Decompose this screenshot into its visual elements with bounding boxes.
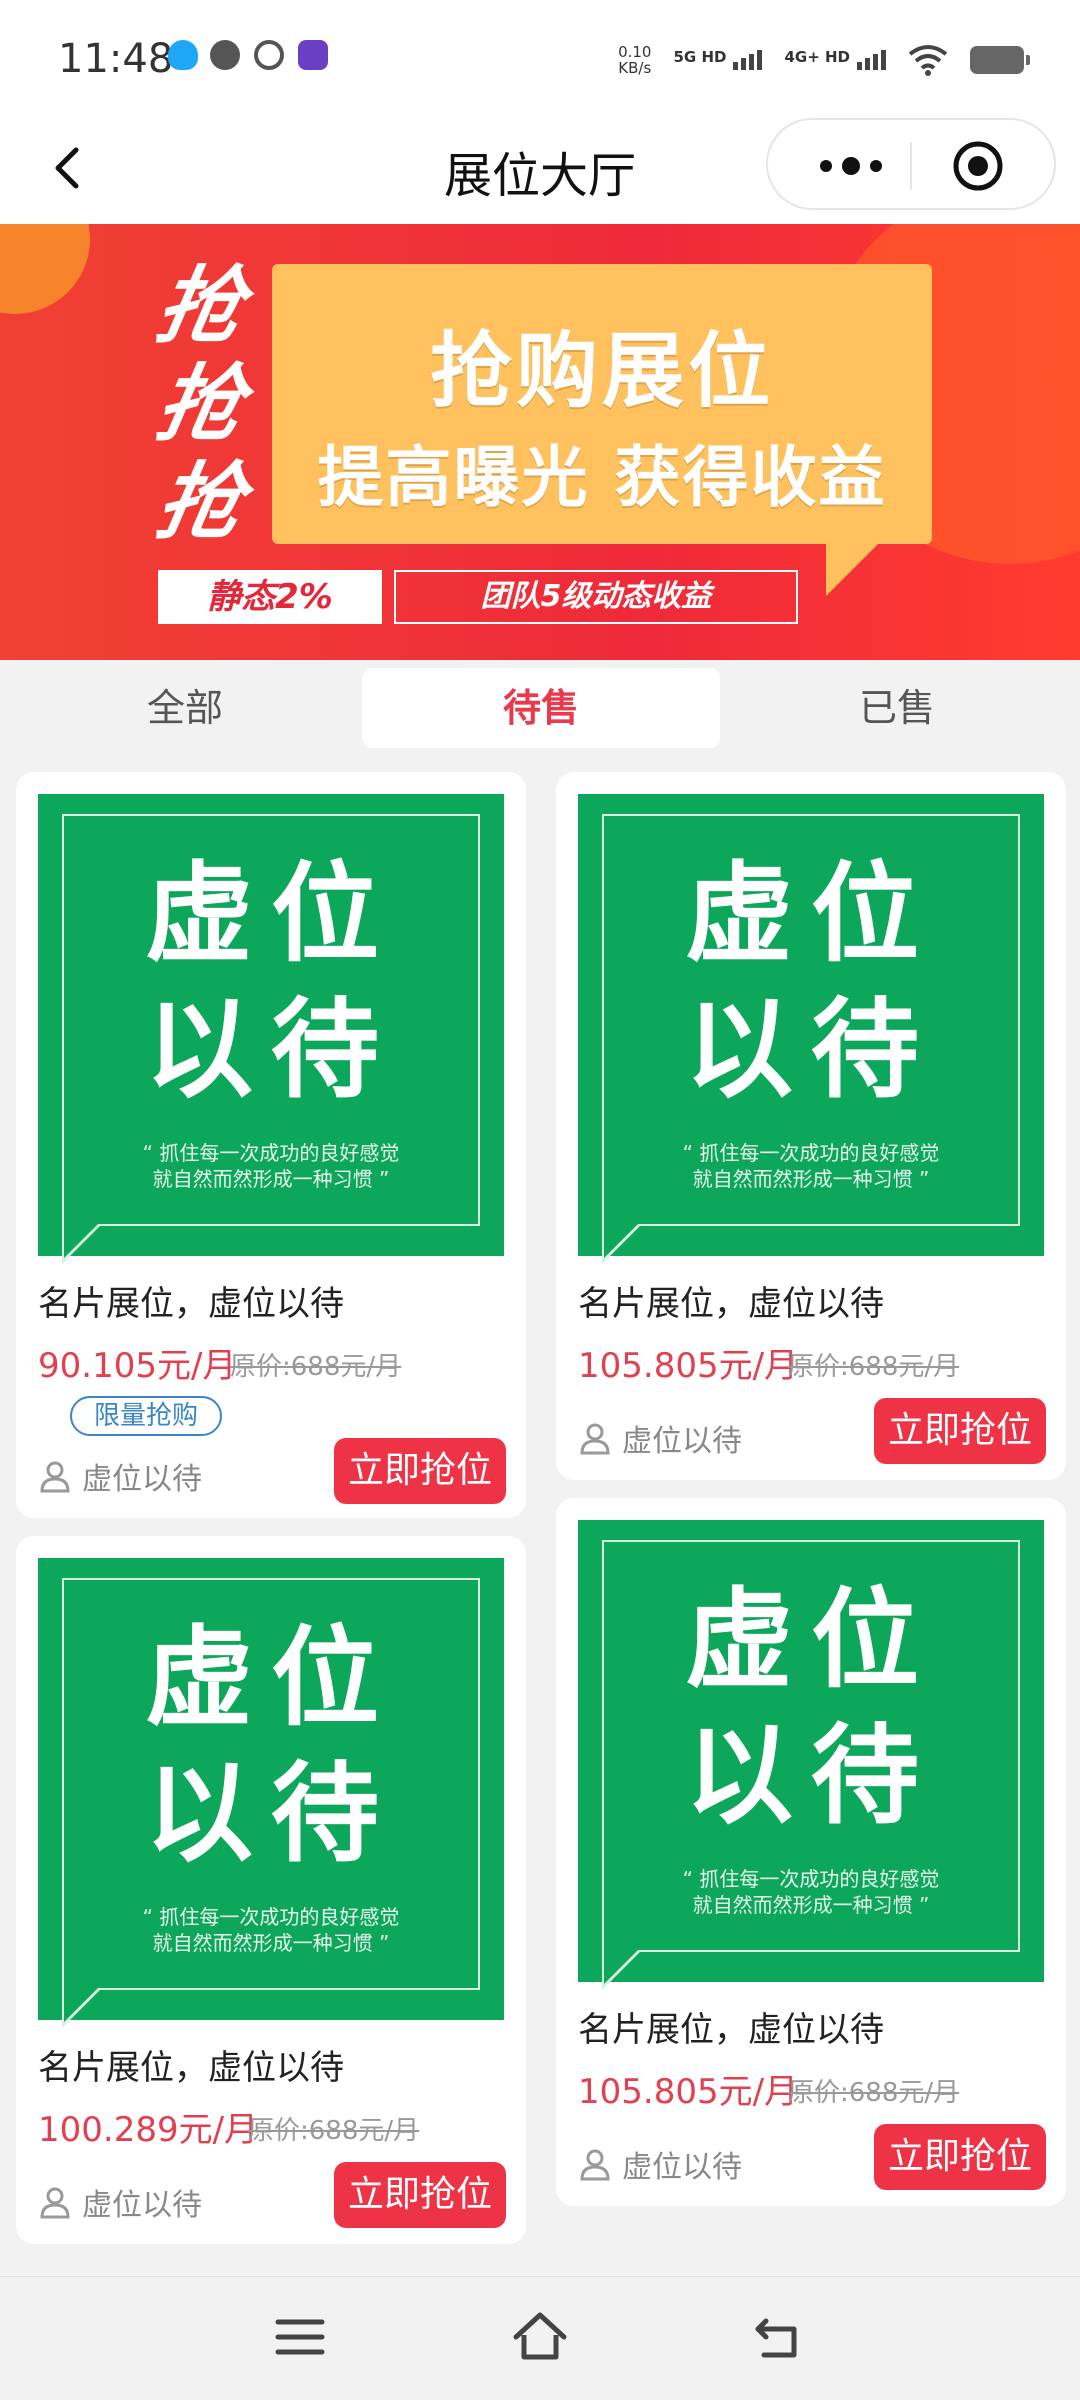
sync-icon [254, 40, 284, 70]
miniprogram-capsule [766, 118, 1056, 210]
limited-badge: 限量抢购 [70, 1396, 222, 1436]
seller-name: 虚位以待 [82, 2188, 202, 2223]
product-name: 名片展位，虚位以待 [578, 1284, 884, 1324]
image-quote-2: 就自然而然形成一种习惯 ” [152, 1167, 390, 1191]
product-card[interactable]: 虚位 以待 “ 抓住每一次成功的良好感觉 就自然而然形成一种习惯 ” 名片展位，… [556, 1498, 1066, 2206]
product-image: 虚位 以待 “ 抓住每一次成功的良好感觉 就自然而然形成一种习惯 ” [38, 794, 504, 1264]
image-text-line2: 以待 [144, 988, 397, 1113]
banner-qiang-1: 抢 [149, 257, 251, 355]
signal-5g-icon: 5G HD [673, 50, 763, 70]
seller-row: 虚位以待 [578, 1416, 742, 1460]
banner-speech-bubble: 抢购展位 提高曝光 获得收益 [272, 264, 932, 596]
status-bar: 11:48 0.10 KB/s 5G HD 4G+ HD [0, 0, 1080, 118]
user-icon [40, 1461, 70, 1493]
tab-for-sale[interactable]: 待售 [362, 668, 720, 748]
seller-name: 虚位以待 [622, 1424, 742, 1459]
product-price: 105.805元/月 [578, 1346, 799, 1386]
banner-tag-team: 团队5级动态收益 [394, 570, 798, 624]
seller-row: 虚位以待 [578, 2142, 742, 2186]
wifi-icon [908, 45, 948, 76]
banner-qiang-3: 抢 [149, 453, 251, 551]
product-card[interactable]: 虚位 以待 “ 抓住每一次成功的良好感觉 就自然而然形成一种习惯 ” 名片展位，… [16, 772, 526, 1518]
grab-button[interactable]: 立即抢位 [334, 2162, 506, 2228]
user-icon [580, 1423, 610, 1455]
battery-icon [970, 46, 1030, 74]
promo-banner[interactable]: 抢 抢 抢 抢购展位 提高曝光 获得收益 静态2% 团队5级动态收益 [0, 224, 1080, 660]
back-return-icon[interactable] [750, 2307, 810, 2367]
product-image: 虚位 以待 “ 抓住每一次成功的良好感觉 就自然而然形成一种习惯 ” [578, 1520, 1044, 1990]
product-image: 虚位 以待 “ 抓住每一次成功的良好感觉 就自然而然形成一种习惯 ” [38, 1558, 504, 2028]
status-time: 11:48 [58, 36, 174, 82]
app-badge-icon [298, 40, 328, 70]
tab-sold[interactable]: 已售 [718, 668, 1076, 748]
original-price: 原价:688元/月 [788, 2078, 960, 2108]
original-price: 原价:688元/月 [230, 1352, 402, 1382]
banner-subline: 提高曝光 获得收益 [317, 439, 887, 516]
banner-decoration [0, 224, 90, 314]
product-price: 90.105元/月 [38, 1346, 237, 1386]
system-nav-bar [0, 2276, 1080, 2400]
image-quote-1: “ 抓住每一次成功的良好感觉 [682, 1867, 940, 1891]
banner-qiang-2: 抢 [149, 355, 251, 453]
image-text-line2: 以待 [144, 1752, 397, 1877]
grab-button[interactable]: 立即抢位 [874, 2124, 1046, 2190]
user-icon [580, 2149, 610, 2181]
product-image: 虚位 以待 “ 抓住每一次成功的良好感觉 就自然而然形成一种习惯 ” [578, 794, 1044, 1264]
image-quote-1: “ 抓住每一次成功的良好感觉 [142, 1905, 400, 1929]
seller-row: 虚位以待 [38, 2180, 202, 2224]
seller-row: 虚位以待 [38, 1454, 202, 1498]
nav-bar: 展位大厅 [0, 118, 1080, 224]
image-quote-1: “ 抓住每一次成功的良好感觉 [682, 1141, 940, 1165]
capsule-divider [910, 142, 912, 190]
seller-name: 虚位以待 [622, 2150, 742, 2185]
image-text-line1: 虚位 [684, 852, 937, 977]
product-card[interactable]: 虚位 以待 “ 抓住每一次成功的良好感觉 就自然而然形成一种习惯 ” 名片展位，… [556, 772, 1066, 1480]
image-quote-1: “ 抓住每一次成功的良好感觉 [142, 1141, 400, 1165]
banner-headline: 抢购展位 [429, 324, 774, 419]
product-card[interactable]: 虚位 以待 “ 抓住每一次成功的良好感觉 就自然而然形成一种习惯 ” 名片展位，… [16, 1536, 526, 2244]
product-price: 105.805元/月 [578, 2072, 799, 2112]
more-dots-icon[interactable] [806, 146, 896, 186]
image-text-line1: 虚位 [144, 852, 397, 977]
original-price: 原价:688元/月 [788, 1352, 960, 1382]
wechat-icon [210, 40, 240, 70]
image-text-line1: 虚位 [144, 1616, 397, 1741]
image-quote-2: 就自然而然形成一种习惯 ” [152, 1931, 390, 1955]
product-name: 名片展位，虚位以待 [578, 2010, 884, 2050]
tab-all[interactable]: 全部 [6, 668, 364, 748]
grab-button[interactable]: 立即抢位 [874, 1398, 1046, 1464]
original-price: 原价:688元/月 [248, 2116, 420, 2146]
product-name: 名片展位，虚位以待 [38, 1284, 344, 1324]
grab-button[interactable]: 立即抢位 [334, 1438, 506, 1504]
filter-tabs: 全部 待售 已售 [0, 660, 1080, 752]
image-text-line2: 以待 [684, 1714, 937, 1839]
product-name: 名片展位，虚位以待 [38, 2048, 344, 2088]
network-speed: 0.10 KB/s [618, 43, 652, 77]
home-icon[interactable] [510, 2307, 570, 2367]
image-text-line1: 虚位 [684, 1578, 937, 1703]
qq-icon [168, 40, 198, 70]
product-price: 100.289元/月 [38, 2110, 259, 2150]
seller-name: 虚位以待 [82, 1462, 202, 1497]
user-icon [40, 2187, 70, 2219]
image-quote-2: 就自然而然形成一种习惯 ” [692, 1893, 930, 1917]
status-right: 0.10 KB/s 5G HD 4G+ HD [618, 36, 1030, 84]
signal-4g-icon: 4G+ HD [784, 50, 886, 70]
close-target-icon[interactable] [950, 138, 1006, 194]
image-quote-2: 就自然而然形成一种习惯 ” [692, 1167, 930, 1191]
menu-icon[interactable] [270, 2307, 330, 2367]
banner-tag-static: 静态2% [158, 570, 382, 624]
image-text-line2: 以待 [684, 988, 937, 1113]
